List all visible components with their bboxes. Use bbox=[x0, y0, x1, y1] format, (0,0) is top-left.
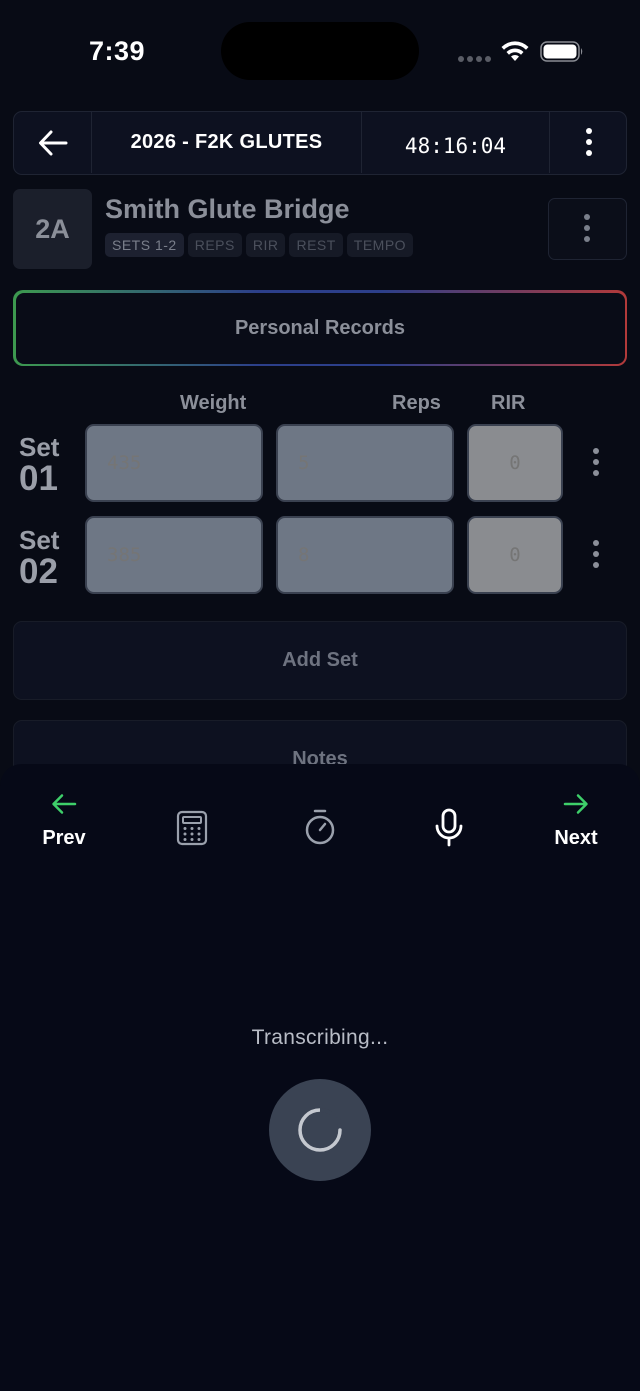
voice-input-sheet: Prev Next Transcribing... bbox=[0, 764, 640, 1391]
stopwatch-icon[interactable] bbox=[304, 808, 336, 846]
set-label: Set 02 bbox=[19, 526, 59, 590]
set-label: Set 01 bbox=[19, 433, 59, 497]
weight-input[interactable] bbox=[87, 426, 261, 500]
status-bar: 7:39 bbox=[0, 0, 640, 100]
more-vertical-icon bbox=[584, 214, 590, 247]
back-button[interactable] bbox=[14, 112, 92, 173]
reps-input-wrapper bbox=[276, 516, 454, 594]
set-menu-button[interactable] bbox=[592, 540, 600, 576]
tag-reps[interactable]: REPS bbox=[187, 233, 242, 257]
set-label-text: Set bbox=[19, 432, 60, 462]
column-reps: Reps bbox=[392, 392, 441, 414]
signal-icon bbox=[458, 56, 492, 62]
weight-input-wrapper bbox=[85, 424, 263, 502]
rir-input[interactable] bbox=[469, 426, 561, 500]
more-vertical-icon bbox=[586, 128, 592, 161]
tag-tempo[interactable]: TEMPO bbox=[346, 233, 414, 257]
more-vertical-icon bbox=[593, 540, 599, 573]
set-number: 01 bbox=[19, 459, 58, 498]
column-weight: Weight bbox=[180, 392, 247, 414]
exercise-tags: SETS 1-2 REPS RIR REST TEMPO bbox=[105, 233, 414, 257]
next-label: Next bbox=[554, 827, 598, 849]
tag-rir[interactable]: RIR bbox=[245, 233, 286, 257]
workout-timer: 48:16:04 bbox=[362, 112, 550, 173]
personal-records-button[interactable]: Personal Records bbox=[13, 290, 627, 366]
reps-input-wrapper bbox=[276, 424, 454, 502]
add-set-button[interactable]: Add Set bbox=[13, 621, 627, 700]
transcribing-status: Transcribing... bbox=[251, 1026, 389, 1049]
tag-sets[interactable]: SETS 1-2 bbox=[105, 233, 184, 257]
prev-button[interactable]: Prev bbox=[38, 792, 90, 850]
loading-spinner-icon bbox=[298, 1108, 342, 1152]
dynamic-island bbox=[221, 22, 419, 80]
tag-rest[interactable]: REST bbox=[289, 233, 343, 257]
rir-input-wrapper bbox=[467, 424, 563, 502]
workout-title[interactable]: 2026 - F2K GLUTES bbox=[92, 112, 362, 173]
rir-input-wrapper bbox=[467, 516, 563, 594]
set-number: 02 bbox=[19, 552, 58, 591]
microphone-icon[interactable] bbox=[434, 808, 464, 848]
personal-records-label: Personal Records bbox=[15, 292, 625, 364]
weight-input-wrapper bbox=[85, 516, 263, 594]
recording-button[interactable] bbox=[269, 1079, 371, 1181]
arrow-right-icon bbox=[563, 794, 588, 814]
exercise-menu-button[interactable] bbox=[548, 198, 627, 260]
more-vertical-icon bbox=[593, 448, 599, 481]
battery-icon bbox=[540, 41, 583, 62]
reps-input[interactable] bbox=[278, 426, 452, 500]
column-rir: RIR bbox=[491, 392, 526, 414]
prev-label: Prev bbox=[42, 827, 86, 849]
workout-menu-button[interactable] bbox=[550, 112, 626, 173]
exercise-badge: 2A bbox=[13, 189, 92, 269]
rir-input[interactable] bbox=[469, 518, 561, 592]
exercise-name[interactable]: Smith Glute Bridge bbox=[105, 194, 350, 225]
arrow-left-icon bbox=[52, 794, 77, 814]
back-arrow-icon bbox=[39, 130, 68, 156]
wifi-icon bbox=[501, 41, 529, 61]
reps-input[interactable] bbox=[278, 518, 452, 592]
weight-input[interactable] bbox=[87, 518, 261, 592]
set-label-text: Set bbox=[19, 525, 60, 555]
set-menu-button[interactable] bbox=[592, 448, 600, 484]
workout-header: 2026 - F2K GLUTES 48:16:04 bbox=[13, 111, 627, 175]
status-time: 7:39 bbox=[89, 36, 146, 66]
next-button[interactable]: Next bbox=[550, 792, 602, 850]
calculator-icon[interactable] bbox=[176, 810, 208, 846]
